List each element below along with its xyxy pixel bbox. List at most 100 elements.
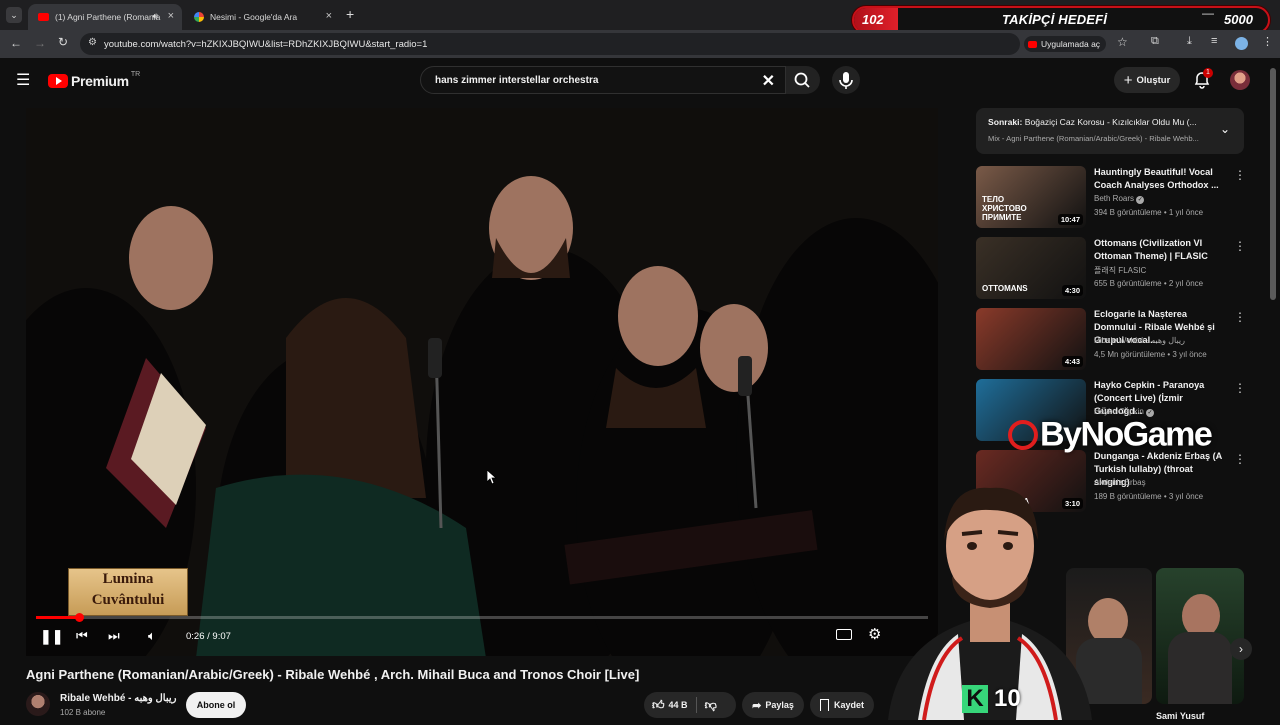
- hamburger-menu-icon[interactable]: ☰: [16, 70, 30, 90]
- recommendation-card[interactable]: 4:43 Eclogarie la Nașterea Domnului - Rib…: [976, 308, 1246, 372]
- like-icon[interactable]: 👍︎: [652, 698, 665, 713]
- more-options-icon[interactable]: ⋮: [1234, 381, 1246, 395]
- youtube-favicon-icon: [38, 13, 49, 21]
- dislike-icon[interactable]: 👎︎: [705, 698, 717, 713]
- forward-icon[interactable]: →: [34, 36, 46, 50]
- up-next-label: Sonraki:: [988, 117, 1023, 127]
- channel-name[interactable]: Ribale Wehbé - ريبال وهبه: [60, 693, 176, 704]
- site-info-icon[interactable]: ⚙: [88, 37, 97, 48]
- search-value: hans zimmer interstellar orchestra: [435, 74, 599, 86]
- bookmark-star-icon[interactable]: ☆: [1117, 35, 1128, 49]
- notifications-button[interactable]: 1: [1192, 68, 1213, 90]
- extensions-icon[interactable]: ⧉: [1151, 35, 1159, 48]
- like-count: 44 B: [668, 700, 688, 710]
- video-thumbnail[interactable]: ТЕЛО ХРИСТОВО ПРИМИТЕ 10:47: [976, 166, 1086, 228]
- like-dislike-group: 👍︎ 44 B 👎︎: [644, 692, 736, 718]
- recommendation-card[interactable]: ТЕЛО ХРИСТОВО ПРИМИТЕ 10:47 Hauntingly Bea…: [976, 166, 1246, 230]
- save-label: Kaydet: [833, 700, 864, 710]
- recommendation-meta: 189 B görüntüleme • 3 yıl önce: [1094, 492, 1204, 501]
- caption-line-2: Cuvântului: [91, 592, 165, 608]
- video-player[interactable]: Lumina Cuvântului ❚❚ ⏮︎ ⏭︎ 🔈︎ 0:26 / 9:0…: [26, 108, 938, 656]
- volume-icon[interactable]: 🔈︎: [148, 628, 156, 644]
- speaker-icon: 🔊︎: [152, 11, 158, 21]
- download-icon[interactable]: ⤓: [1187, 35, 1192, 48]
- progress-bar[interactable]: [36, 613, 928, 622]
- video-title: Agni Parthene (Romanian/Arabic/Greek) - …: [26, 667, 640, 682]
- bookmark-icon: [819, 699, 829, 711]
- recommendation-title[interactable]: Ottomans (Civilization VI Ottoman Theme)…: [1094, 237, 1224, 263]
- browser-tab-bar: ⌄ (1) Agni Parthene (Romania 🔊︎ × Nesimi…: [0, 0, 1280, 34]
- mix-label: Mix - Agni Parthene (Romanian/Arabic/Gre…: [988, 134, 1199, 143]
- recommendation-channel: Ribale Wehbé - ريبال وهبه: [1094, 336, 1185, 345]
- recommendation-card[interactable]: OTTOMANS 4:30 Ottomans (Civilization VI Ot…: [976, 237, 1246, 301]
- tab-agni-parthene[interactable]: (1) Agni Parthene (Romania 🔊︎ ×: [28, 4, 182, 30]
- search-input[interactable]: hans zimmer interstellar orchestra ✕: [420, 66, 786, 94]
- duration-badge: 4:43: [1061, 356, 1083, 367]
- recommendation-title[interactable]: Hauntingly Beautiful! Vocal Coach Analys…: [1094, 166, 1224, 192]
- caption-line-1: Lumina: [102, 571, 154, 587]
- channel-label: 플래직 FLASIC: [1094, 266, 1147, 275]
- subscribe-button[interactable]: Abone ol: [186, 692, 246, 718]
- back-icon[interactable]: ←: [10, 36, 22, 50]
- page-scrollbar[interactable]: [1270, 68, 1276, 300]
- bynogame-logo-icon: [1008, 420, 1038, 451]
- tab-label: (1) Agni Parthene (Romania: [55, 12, 161, 22]
- media-control-icon[interactable]: ≡: [1211, 35, 1217, 47]
- logo-region: TR: [130, 70, 141, 78]
- more-options-icon[interactable]: ⋮: [1234, 239, 1246, 253]
- voice-search-button[interactable]: [832, 66, 860, 94]
- video-thumbnail[interactable]: 4:43: [976, 308, 1086, 370]
- video-thumbnail[interactable]: OTTOMANS 4:30: [976, 237, 1086, 299]
- channel-label: Ribale Wehbé - ريبال وهبه: [1094, 336, 1185, 345]
- new-tab-button[interactable]: +: [346, 6, 354, 22]
- chevron-down-icon[interactable]: ⌄: [1220, 122, 1230, 136]
- close-tab-icon[interactable]: ×: [326, 10, 332, 22]
- pause-icon[interactable]: ❚❚: [40, 628, 63, 645]
- reload-icon[interactable]: ↻: [58, 35, 68, 49]
- progress-scrubber[interactable]: [74, 613, 84, 622]
- browser-menu-icon[interactable]: ⋮: [1262, 35, 1273, 48]
- profile-avatar-icon[interactable]: [1235, 37, 1248, 50]
- youtube-logo[interactable]: Premium TR: [48, 70, 141, 90]
- search-button[interactable]: [786, 66, 820, 94]
- short-thumbnail[interactable]: [1156, 568, 1244, 704]
- recommendation-meta: 655 B görüntüleme • 2 yıl önce: [1094, 279, 1204, 288]
- url-field[interactable]: ⚙ youtube.com/watch?v=hZKIXJBQIWU&list=R…: [80, 33, 1020, 55]
- share-button[interactable]: ➦ Paylaş: [742, 692, 804, 718]
- save-button[interactable]: Kaydet: [810, 692, 874, 718]
- notification-count-badge: 1: [1203, 68, 1213, 78]
- search-icon: [794, 72, 810, 88]
- tab-list-icon[interactable]: ⌄: [6, 7, 22, 23]
- open-in-app-button[interactable]: Uygulamada aç: [1024, 36, 1107, 52]
- clear-search-icon[interactable]: ✕: [762, 71, 775, 91]
- more-options-icon[interactable]: ⋮: [1234, 310, 1246, 324]
- recommendation-channel: 플래직 FLASIC: [1094, 265, 1146, 276]
- lower-third-caption: Lumina Cuvântului: [68, 568, 188, 616]
- open-in-app-label: Uygulamada aç: [1041, 39, 1101, 49]
- more-options-icon[interactable]: ⋮: [1234, 168, 1246, 182]
- logo-label: Premium: [71, 73, 129, 89]
- shorts-next-button[interactable]: ›: [1230, 638, 1252, 660]
- channel-avatar[interactable]: [26, 692, 50, 716]
- tab-nesimi-search[interactable]: Nesimi - Google'da Ara ×: [184, 4, 340, 30]
- create-button[interactable]: + Oluştur: [1114, 67, 1180, 93]
- mouse-cursor-icon: [486, 469, 498, 490]
- youtube-app-icon: [1028, 40, 1037, 48]
- k-logo-icon: K: [962, 685, 988, 713]
- follower-goal-label: TAKİPÇİ HEDEFİ: [1002, 12, 1108, 27]
- browser-address-bar: ← → ↻ ⚙ youtube.com/watch?v=hZKIXJBQIWU&…: [0, 30, 1280, 58]
- streamer-avatar: K 10: [878, 484, 1102, 721]
- next-icon[interactable]: ⏭︎: [108, 628, 120, 644]
- playlist-panel[interactable]: Sonraki: Boğaziçi Caz Korosu - Kızılcıkl…: [976, 108, 1244, 154]
- url-text: youtube.com/watch?v=hZKIXJBQIWU&list=RDh…: [104, 38, 428, 50]
- verified-icon: ✓: [1136, 196, 1145, 204]
- badge-number: 10: [994, 685, 1021, 712]
- close-tab-icon[interactable]: ×: [168, 10, 174, 22]
- account-avatar[interactable]: [1230, 70, 1250, 90]
- previous-icon[interactable]: ⏮︎: [76, 628, 88, 644]
- up-next-title: Boğaziçi Caz Korosu - Kızılcıklar Oldu M…: [1024, 117, 1197, 127]
- thumbnail-text: OTTOMANS: [982, 284, 1028, 293]
- k-badge: K 10: [962, 684, 1021, 714]
- subscriber-count: 102 B abone: [60, 708, 106, 717]
- subtitles-icon[interactable]: [836, 629, 852, 640]
